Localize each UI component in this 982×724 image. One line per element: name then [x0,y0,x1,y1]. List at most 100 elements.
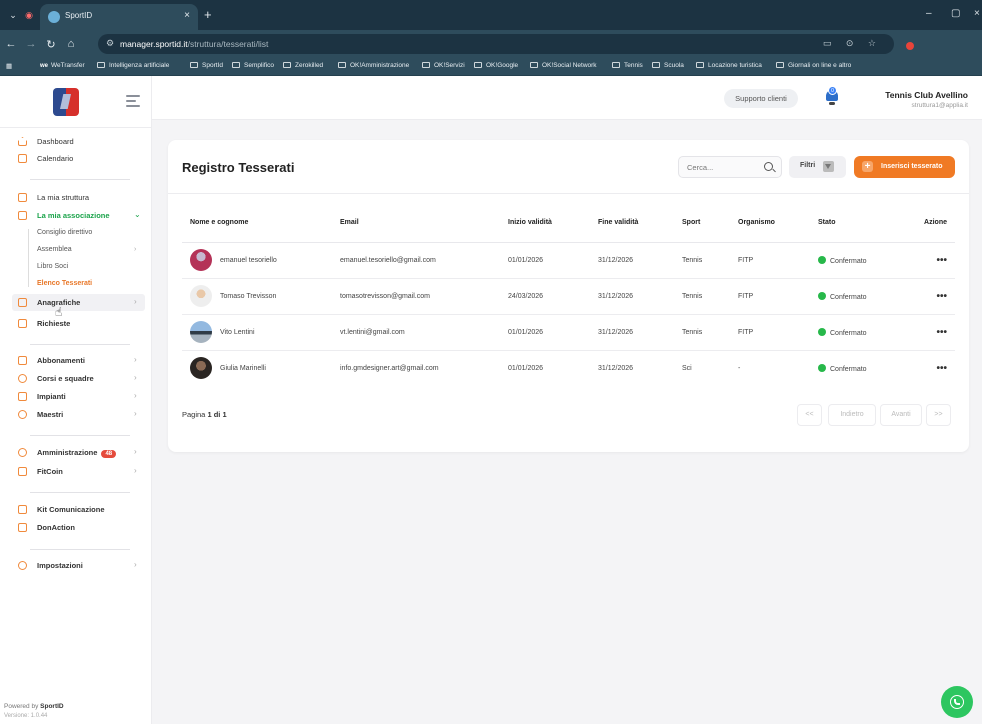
home-icon[interactable]: ⌂ [64,38,78,50]
table-row[interactable]: Giulia Marinelli info.gmdesigner.art@gma… [182,350,955,386]
bookmark-10[interactable]: Scuola [652,62,684,69]
table-row[interactable]: emanuel tesoriello emanuel.tesoriello@gm… [182,242,955,279]
gear-icon [18,561,27,570]
tesserati-card: Registro Tesserati Filtri + Inserisci te… [168,140,969,452]
extension-red-icon[interactable] [906,42,914,50]
prev-page-button[interactable]: Indietro [828,404,876,426]
validity-end: 31/12/2026 [598,364,634,372]
sidebar: Dashboard Calendario La mia struttura La… [0,76,152,724]
bookmark-7[interactable]: OK!Google [474,62,518,69]
address-bar[interactable]: ⚙ manager.sportid.it/struttura/tesserati… [98,34,894,54]
club-email: struttura1@applia.it [911,102,968,109]
sidebar-divider [30,179,130,180]
organism: FITP [730,242,810,279]
filters-button[interactable]: Filtri [789,156,846,178]
sidebar-divider [30,344,130,345]
organism: FITP [730,314,810,351]
browser-tab[interactable]: SportID × [40,4,198,30]
chevron-right-icon: › [134,447,137,456]
support-button[interactable]: Supporto clienti [724,89,798,108]
add-member-button[interactable]: + Inserisci tesserato [854,156,955,178]
notification-bell-icon[interactable]: 0 [825,86,839,106]
home-icon [18,137,27,146]
pagination-info: Pagina 1 di 1 [182,410,227,419]
bookmark-9[interactable]: Tennis [612,62,643,69]
bookmark-6[interactable]: OK!Servizi [422,62,465,69]
row-actions-button[interactable]: ••• [910,242,955,279]
bookmark-5[interactable]: OK!Amministrazione [338,62,409,69]
back-icon[interactable]: ← [4,38,18,50]
member-name-cell: Giulia Marinelli [182,350,332,386]
sidebar-sub-libro-soci[interactable]: Libro Soci [37,263,68,270]
reload-icon[interactable]: ↻ [44,38,58,51]
bookmark-8[interactable]: OK!Social Network [530,62,597,69]
last-page-button[interactable]: >> [926,404,951,426]
search-box[interactable] [678,156,782,178]
col-header-email[interactable]: Email [332,204,500,243]
club-logo[interactable] [53,88,79,116]
address-actions-icon[interactable]: ▭ ⊙ ☆ [823,38,882,49]
col-header-start[interactable]: Inizio validità [500,204,590,243]
bookmark-1[interactable]: Intelligenza artificiale [97,62,169,69]
status-cell: Confermato [810,350,910,386]
apps-icon[interactable]: ▦ [6,62,12,70]
minimize-icon[interactable]: – [926,8,932,19]
bookmark-0[interactable]: we WeTransfer [40,62,85,69]
status-cell: Confermato [810,242,910,279]
col-header-status[interactable]: Stato [810,204,910,243]
col-header-org[interactable]: Organismo [730,204,810,243]
member-email: info.gmdesigner.art@gmail.com [340,364,439,372]
menu-toggle-icon[interactable] [126,95,140,107]
new-tab-icon[interactable]: + [204,7,212,22]
search-input[interactable] [687,161,757,174]
submenu-line [28,229,29,287]
close-window-icon[interactable]: × [974,8,980,19]
sidebar-sub-assemblea[interactable]: Assemblea › [37,246,136,253]
row-actions-button[interactable]: ••• [910,350,955,386]
sidebar-sub-elenco-tesserati[interactable]: Elenco Tesserati [37,280,92,287]
chevron-right-icon: › [134,466,137,475]
folder-icon [97,62,105,68]
col-header-name[interactable]: Nome e cognome [182,204,332,243]
folder-icon [612,62,620,68]
maximize-icon[interactable]: ▢ [951,8,960,19]
filter-icon [823,161,834,172]
next-page-button[interactable]: Avanti [880,404,922,426]
sport: Tennis [674,314,730,351]
chevron-right-icon: › [134,409,137,418]
col-header-end[interactable]: Fine validità [590,204,674,243]
forward-icon[interactable]: → [24,38,38,50]
folder-icon [474,62,482,68]
bookmark-11[interactable]: Locazione turistica [696,62,762,69]
bookmark-3[interactable]: Semplifico [232,62,274,69]
table-row[interactable]: Vito Lentini vt.lentini@gmail.com 01/01/… [182,314,955,351]
first-page-button[interactable]: << [797,404,822,426]
col-header-sport[interactable]: Sport [674,204,730,243]
tab-search-icon[interactable]: ⌄ [6,8,20,22]
record-icon[interactable]: ◉ [22,8,36,22]
row-actions-button[interactable]: ••• [910,314,955,351]
status-badge: Confermato [830,329,867,337]
validity-start: 24/03/2026 [500,278,590,315]
bookmark-2[interactable]: SportId [190,62,223,69]
row-actions-button[interactable]: ••• [910,278,955,315]
sport: Tennis [674,242,730,279]
money-icon [18,448,27,457]
more-icon: ••• [936,362,947,374]
member-name-cell: Vito Lentini [182,314,332,351]
validity-end: 31/12/2026 [590,314,674,351]
chevron-right-icon: › [134,297,137,306]
browser-tabbar: ⌄ ◉ SportID × + – ▢ × [0,0,982,30]
club-name: Tennis Club Avellino [885,90,968,100]
building-icon [18,193,27,202]
tab-close-icon[interactable]: × [184,10,190,21]
chevron-right-icon: › [134,373,137,382]
bookmark-12[interactable]: Giornali on line e altro [776,62,851,69]
table-row[interactable]: Tomaso Trevisson tomasotrevisson@gmail.c… [182,278,955,315]
club-profile[interactable]: Tennis Club Avellino struttura1@applia.i… [885,90,968,109]
search-icon[interactable] [764,162,773,171]
site-info-icon[interactable]: ⚙ [106,38,114,49]
whatsapp-chat-button[interactable] [941,686,973,718]
sidebar-sub-consiglio[interactable]: Consiglio direttivo [37,229,92,236]
bookmark-4[interactable]: Zerokilled [283,62,323,69]
